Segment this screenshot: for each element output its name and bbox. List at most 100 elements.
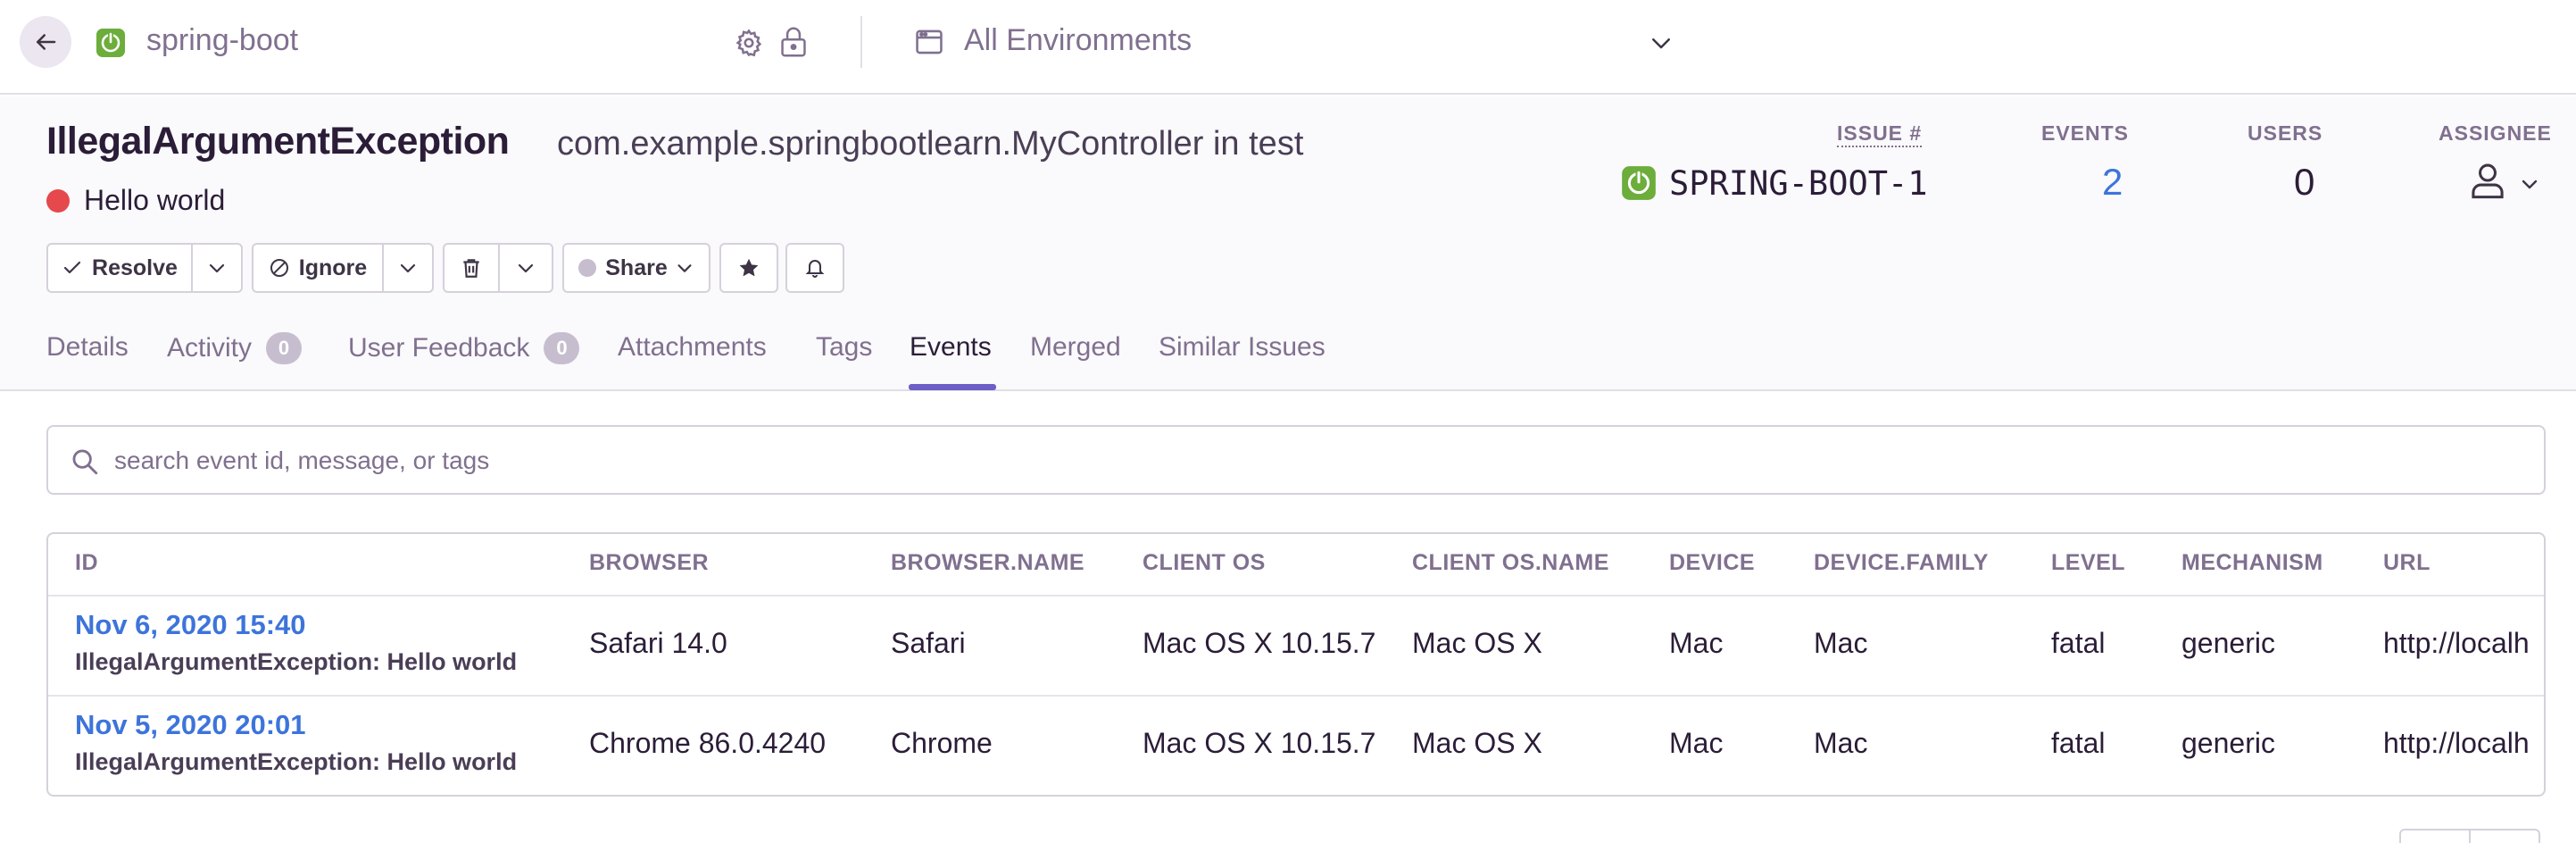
event-search-bar[interactable] <box>46 425 2546 495</box>
ignore-button[interactable]: Ignore <box>252 243 384 293</box>
event-date-link[interactable]: Nov 5, 2020 20:01 <box>75 709 306 741</box>
environment-selector[interactable]: All Environments <box>964 23 1192 58</box>
share-button[interactable]: Share <box>562 243 710 293</box>
events-table: ID BROWSER BROWSER.NAME CLIENT OS CLIENT… <box>46 532 2546 797</box>
cell-level: fatal <box>2051 727 2106 759</box>
issue-culprit: com.example.springbootlearn.MyController… <box>557 125 1304 163</box>
cell-browser: Safari 14.0 <box>589 627 727 659</box>
tab-events[interactable]: Events <box>910 332 992 363</box>
bookmark-button[interactable] <box>719 243 778 293</box>
tab-merged[interactable]: Merged <box>1030 332 1121 363</box>
project-name[interactable]: spring-boot <box>146 23 298 58</box>
users-count: 0 <box>2294 161 2315 203</box>
cell-device: Mac <box>1669 627 1724 659</box>
back-button[interactable] <box>20 16 71 68</box>
chevron-down-icon[interactable] <box>2519 173 2540 195</box>
chevron-down-icon[interactable] <box>1648 29 1674 56</box>
star-icon <box>739 258 759 277</box>
trash-icon <box>463 259 479 278</box>
tab-similar-issues[interactable]: Similar Issues <box>1159 332 1325 363</box>
feedback-count-badge: 0 <box>544 332 580 364</box>
cell-url: http://localh <box>2383 727 2530 759</box>
cell-browser-name: Chrome <box>891 727 993 759</box>
issue-short-id[interactable]: SPRING-BOOT-1 <box>1669 164 1928 203</box>
ignore-dropdown-button[interactable] <box>382 243 434 293</box>
arrow-left-icon <box>37 34 56 50</box>
previous-page-button[interactable] <box>2399 829 2471 843</box>
search-input[interactable] <box>114 441 2435 480</box>
tab-label: User Feedback <box>348 333 530 363</box>
issue-title: IllegalArgumentException <box>46 120 510 163</box>
bell-icon <box>805 260 825 278</box>
lock-icon[interactable] <box>778 26 809 58</box>
resolve-dropdown-button[interactable] <box>191 243 243 293</box>
column-header-id[interactable]: ID <box>75 550 98 576</box>
event-date-link[interactable]: Nov 6, 2020 15:40 <box>75 609 306 641</box>
chevron-down-icon <box>209 263 225 273</box>
column-header-url[interactable]: URL <box>2383 550 2431 576</box>
tab-label: Attachments <box>618 332 767 362</box>
column-header-browser[interactable]: BROWSER <box>589 550 709 576</box>
delete-button[interactable] <box>443 243 500 293</box>
cell-browser: Chrome 86.0.4240 <box>589 727 827 759</box>
share-label: Share <box>605 255 668 280</box>
spring-project-icon <box>1622 166 1656 200</box>
next-page-button[interactable] <box>2469 829 2540 843</box>
tab-label: Merged <box>1030 332 1121 362</box>
cell-client-os-name: Mac OS X <box>1412 627 1542 659</box>
chevron-down-icon <box>677 264 692 272</box>
column-header-browser-name[interactable]: BROWSER.NAME <box>891 550 1084 576</box>
event-title: IllegalArgumentException: Hello world <box>75 648 518 675</box>
cell-mechanism: generic <box>2181 627 2275 659</box>
event-title: IllegalArgumentException: Hello world <box>75 748 518 775</box>
table-row[interactable]: Nov 5, 2020 20:01 IllegalArgumentExcepti… <box>48 695 2544 795</box>
issue-number-label: ISSUE # <box>1837 121 1923 147</box>
top-bar: spring-boot All Environments <box>0 0 2576 95</box>
cell-device: Mac <box>1669 727 1724 759</box>
events-label: EVENTS <box>2041 121 2130 145</box>
resolve-button[interactable]: Resolve <box>46 243 193 293</box>
issue-events-page: spring-boot All Environments IllegalArgu… <box>0 0 2576 843</box>
table-row[interactable]: Nov 6, 2020 15:40 IllegalArgumentExcepti… <box>48 595 2544 695</box>
tab-tags[interactable]: Tags <box>816 332 872 363</box>
ignore-label: Ignore <box>298 255 368 280</box>
column-header-mechanism[interactable]: MECHANISM <box>2181 550 2323 576</box>
tab-activity[interactable]: Activity 0 <box>167 332 303 364</box>
user-icon[interactable] <box>2469 161 2506 200</box>
tab-details[interactable]: Details <box>46 332 129 363</box>
subscribe-button[interactable] <box>785 243 844 293</box>
share-status-dot <box>578 259 597 277</box>
tab-label: Details <box>46 332 129 362</box>
column-header-device-family[interactable]: DEVICE.FAMILY <box>1814 550 1989 576</box>
tab-label: Events <box>910 332 992 362</box>
cell-level: fatal <box>2051 627 2106 659</box>
cell-device-family: Mac <box>1814 727 1868 759</box>
spring-project-icon <box>96 29 125 57</box>
active-tab-indicator <box>909 384 996 390</box>
gear-icon[interactable] <box>734 28 764 58</box>
activity-count-badge: 0 <box>266 332 303 364</box>
checkmark-icon <box>63 261 81 274</box>
tab-user-feedback[interactable]: User Feedback 0 <box>348 332 580 364</box>
chevron-down-icon <box>400 263 416 273</box>
delete-dropdown-button[interactable] <box>498 243 553 293</box>
column-header-client-os-name[interactable]: CLIENT OS.NAME <box>1412 550 1609 576</box>
tab-attachments[interactable]: Attachments <box>618 332 767 363</box>
cell-client-os: Mac OS X 10.15.7 <box>1143 727 1376 759</box>
cell-client-os: Mac OS X 10.15.7 <box>1143 627 1376 659</box>
ignore-icon <box>270 259 288 277</box>
assignee-label: ASSIGNEE <box>2439 121 2552 145</box>
column-header-device[interactable]: DEVICE <box>1669 550 1755 576</box>
search-icon <box>72 449 98 475</box>
column-header-client-os[interactable]: CLIENT OS <box>1143 550 1266 576</box>
level-indicator <box>46 189 70 213</box>
cell-browser-name: Safari <box>891 627 966 659</box>
tab-label: Activity <box>167 333 253 363</box>
window-icon <box>916 29 943 54</box>
cell-mechanism: generic <box>2181 727 2275 759</box>
tab-label: Tags <box>816 332 873 362</box>
column-header-level[interactable]: LEVEL <box>2051 550 2125 576</box>
issue-header: IllegalArgumentException com.example.spr… <box>0 96 2576 391</box>
resolve-label: Resolve <box>92 255 178 280</box>
events-count[interactable]: 2 <box>2102 161 2123 204</box>
